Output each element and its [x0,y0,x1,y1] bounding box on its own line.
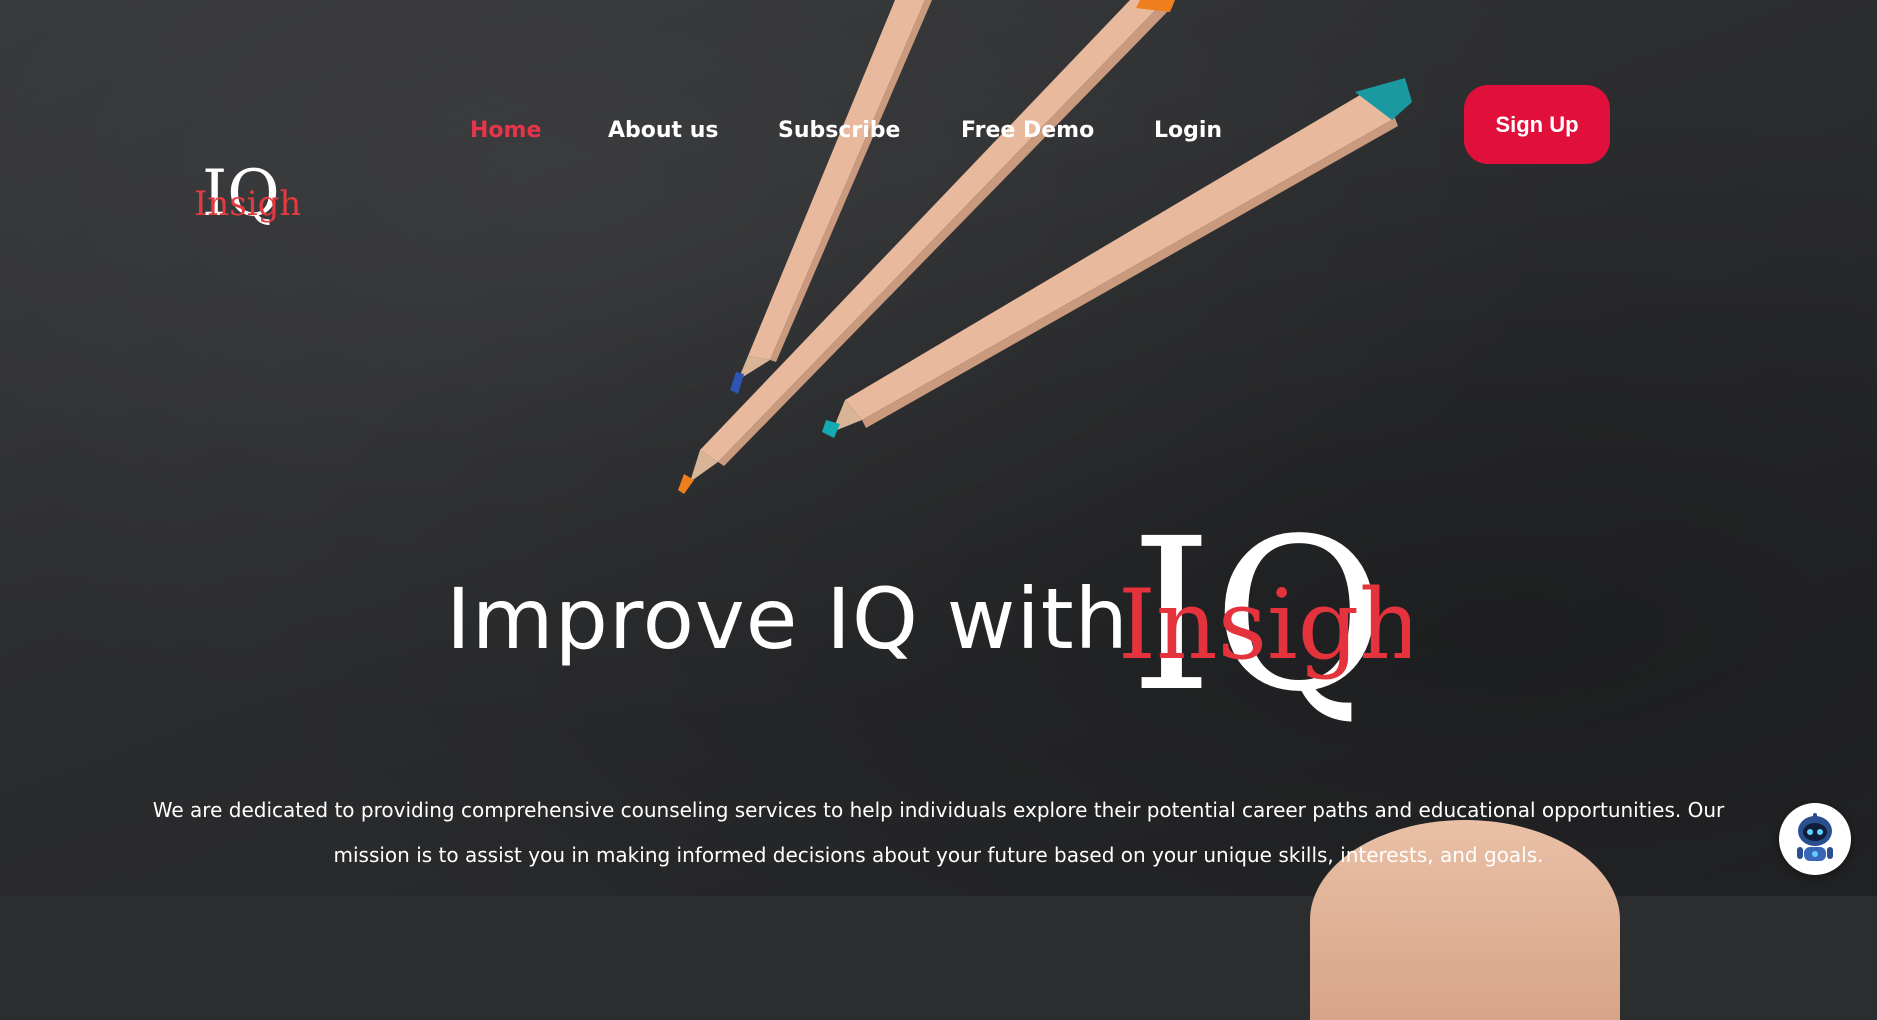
chatbot-button[interactable] [1779,803,1851,875]
hero-background: IQ Insight Home About us Subscribe Free … [0,0,1877,1020]
brand-logo-large: IQ Insight [1118,498,1410,738]
brand-logo-small[interactable]: IQ Insight [190,155,300,245]
nav-subscribe[interactable]: Subscribe [778,118,900,143]
nav-login[interactable]: Login [1154,118,1222,143]
hero-description: We are dedicated to providing comprehens… [152,798,1725,867]
nav-home[interactable]: Home [470,118,541,143]
robot-icon [1797,813,1833,861]
hero-headline: Improve IQ with [446,570,1129,668]
pencil-orange [678,0,1175,494]
nav-about-us[interactable]: About us [608,118,718,143]
sign-up-button[interactable]: Sign Up [1464,85,1610,164]
logo-large-word: Insight [1118,569,1410,681]
nav-free-demo[interactable]: Free Demo [961,118,1094,143]
logo-small-word: Insight [194,184,300,224]
